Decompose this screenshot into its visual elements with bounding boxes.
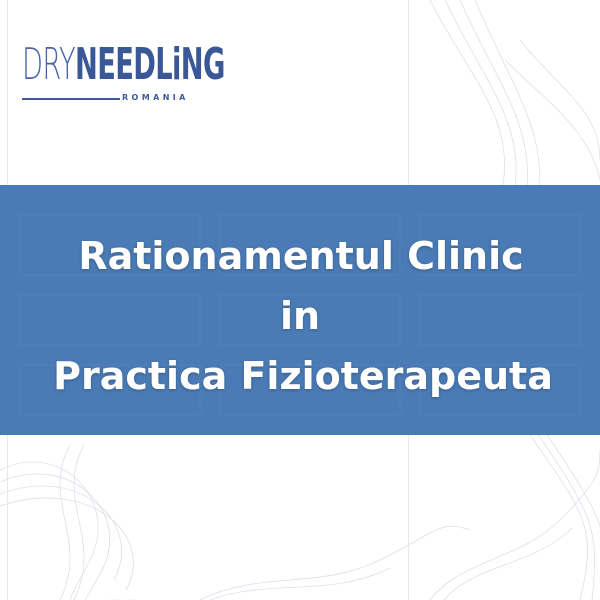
logo-subtitle: ROMANIA <box>122 93 189 102</box>
title-line-2: in <box>279 294 321 338</box>
logo-text: DRYNEEDLiNG <box>22 40 225 90</box>
logo-dry: DRY <box>22 39 76 90</box>
page-title: Rationamentul Clinic in Practica Fiziote… <box>0 226 600 406</box>
logo-underline <box>22 98 120 100</box>
title-line-1: Rationamentul Clinic <box>78 234 524 278</box>
logo-needling: NEEDLiNG <box>75 39 225 90</box>
title-line-3: Practica Fizioterapeuta <box>53 354 553 398</box>
logo-wordmark: DRYNEEDLiNG ROMANIA <box>22 40 225 110</box>
page: DRYNEEDLiNG ROMANIA Rationamentul Clinic… <box>0 0 600 600</box>
